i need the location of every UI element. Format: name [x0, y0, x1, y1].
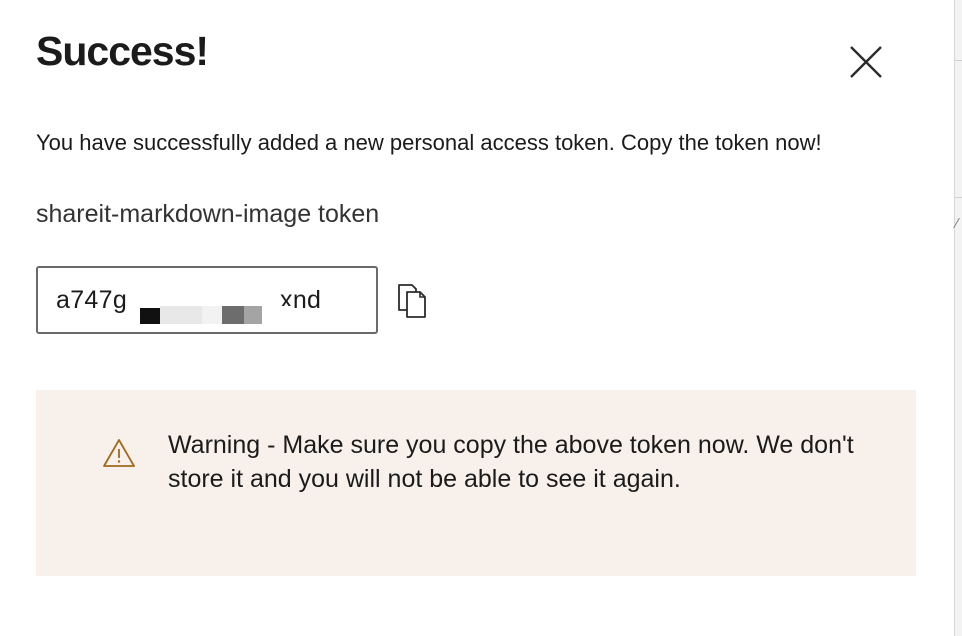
token-value[interactable]: a747g xnd — [56, 285, 358, 324]
redaction-block — [160, 305, 202, 324]
token-visible-start: a747g — [56, 285, 128, 314]
redaction-block — [262, 305, 292, 324]
copy-token-button[interactable] — [394, 282, 430, 320]
redaction-block — [202, 305, 222, 324]
token-field[interactable]: a747g xnd — [36, 266, 378, 334]
close-icon — [850, 46, 882, 78]
close-button[interactable] — [846, 42, 886, 82]
dialog-title: Success! — [36, 28, 209, 74]
redaction-block — [222, 305, 244, 324]
background-page-edge — [953, 0, 962, 636]
warning-icon — [103, 439, 135, 467]
redaction-block — [140, 307, 160, 324]
success-dialog: Success! You have successfully added a n… — [0, 0, 954, 636]
warning-banner: Warning - Make sure you copy the above t… — [36, 390, 916, 576]
success-description: You have successfully added a new person… — [36, 130, 822, 155]
warning-text: Warning - Make sure you copy the above t… — [168, 431, 854, 493]
redaction-block — [244, 305, 262, 324]
copy-icon — [398, 284, 426, 318]
token-name: shareit-markdown-image token — [36, 200, 380, 228]
